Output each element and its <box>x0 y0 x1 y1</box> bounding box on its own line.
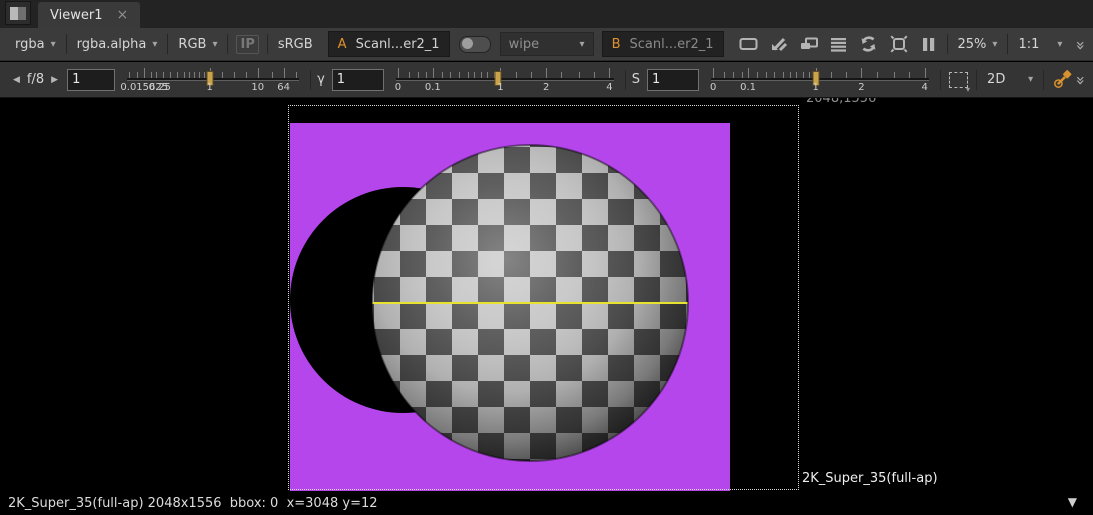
pause-icon <box>921 37 936 52</box>
alpha-channel-dropdown[interactable]: rgba.alpha ▾ <box>70 32 165 56</box>
pixel-ratio-value: 1:1 <box>1018 37 1039 52</box>
viewer-canvas[interactable]: 2048,1556 2K_Super_35(full-ap) <box>0 98 1093 492</box>
diagonal-stripes-icon <box>770 36 788 52</box>
view-mode-value: 2D <box>987 72 1005 87</box>
overlapping-windows-icon <box>799 36 819 52</box>
gain-input[interactable] <box>67 69 115 91</box>
monitor-icon <box>739 36 758 52</box>
wipe-toggle[interactable] <box>459 36 491 53</box>
tab-bar: Viewer1 × <box>0 0 1093 28</box>
display-mode-value: RGB <box>178 37 206 52</box>
gain-slider[interactable]: 0.0156250.2511064 <box>127 63 299 97</box>
exposure-next-icon[interactable]: ▶ <box>46 75 63 85</box>
format-name-label: 2K_Super_35(full-ap) <box>802 471 938 486</box>
separator <box>947 34 948 54</box>
toolbar-collapse-button[interactable]: » <box>1077 70 1085 89</box>
format-resolution-label: 2048,1556 <box>806 98 876 106</box>
gamma-input[interactable] <box>332 69 384 91</box>
display-mode-dropdown[interactable]: RGB ▾ <box>171 32 224 56</box>
monitor-output-button[interactable] <box>734 31 764 57</box>
separator <box>1043 70 1044 90</box>
separator <box>940 70 941 90</box>
status-bar: 2K_Super_35(full-ap) 2048x1556 bbox: 0 x… <box>0 492 1093 515</box>
center-view-button[interactable] <box>884 31 914 57</box>
pause-button[interactable] <box>914 31 944 57</box>
chevron-down-icon: ▾ <box>580 39 585 50</box>
stack-mode-button[interactable] <box>824 31 854 57</box>
pane-icon-right-half <box>18 7 26 20</box>
viewer-toolbar-color: ◀ f/8 ▶ 0.0156250.2511064 γ 00.1124 S 00… <box>0 62 1093 98</box>
double-chevron-down-icon: » <box>1072 40 1091 48</box>
saturation-slider-track[interactable] <box>711 78 929 81</box>
view-mode-dropdown[interactable]: 2D ▾ <box>980 68 1040 92</box>
layer-dropdown[interactable]: rgba ▾ <box>8 32 63 56</box>
chevron-down-icon: ▾ <box>1028 74 1033 85</box>
scanline-marker <box>372 302 689 304</box>
saturation-slider[interactable]: 00.1124 <box>711 63 929 97</box>
gamma-label: γ <box>314 72 328 87</box>
close-icon[interactable]: × <box>116 8 128 22</box>
viewer-lut-value: sRGB <box>278 37 313 52</box>
separator <box>625 70 626 90</box>
separator <box>66 34 67 54</box>
separator <box>1007 34 1008 54</box>
roi-button[interactable] <box>764 31 794 57</box>
separator <box>976 70 977 90</box>
tab-title: Viewer1 <box>50 8 102 23</box>
wipe-mode-dropdown[interactable]: wipe ▾ <box>500 32 594 56</box>
separator <box>310 70 311 90</box>
input-b-dropdown[interactable]: B Scanl...er2_1 <box>602 31 724 57</box>
input-a-badge: A <box>338 37 347 52</box>
input-a-dropdown[interactable]: A Scanl...er2_1 <box>328 31 450 57</box>
viewer-toolbar-top: rgba ▾ rgba.alpha ▾ RGB ▾ IP sRGB A Scan… <box>0 28 1093 61</box>
gamma-slider-track[interactable] <box>396 78 614 81</box>
new-viewer-button[interactable] <box>794 31 824 57</box>
input-b-value: Scanl...er2_1 <box>630 37 714 52</box>
separator <box>167 34 168 54</box>
chevron-down-icon: ▾ <box>966 85 970 94</box>
crosshair-icon <box>890 35 908 53</box>
nuke-viewer-panel: Viewer1 × rgba ▾ rgba.alpha ▾ RGB ▾ IP s… <box>0 0 1093 515</box>
saturation-input[interactable] <box>647 69 699 91</box>
chevron-down-icon: ▾ <box>212 39 217 50</box>
eyedropper-icon <box>1053 70 1072 89</box>
refresh-button[interactable] <box>854 31 884 57</box>
pane-menu-icon[interactable] <box>5 1 31 25</box>
pixel-ratio-dropdown[interactable]: 1:1 ▾ <box>1011 32 1069 56</box>
refresh-icon <box>859 35 878 53</box>
gamma-slider[interactable]: 00.1124 <box>396 63 614 97</box>
zoom-level-dropdown[interactable]: 25% ▾ <box>951 32 1005 56</box>
zoom-level-value: 25% <box>958 37 987 52</box>
rendered-image <box>0 98 1093 492</box>
pane-icon-left-half <box>10 7 18 20</box>
chevron-down-icon: ▾ <box>51 39 56 50</box>
separator <box>267 34 268 54</box>
triangle-down-icon[interactable]: ▼ <box>1068 495 1077 509</box>
horizontal-lines-icon <box>830 36 847 52</box>
input-process-button[interactable]: IP <box>236 35 258 54</box>
chevron-down-icon: ▾ <box>992 39 997 50</box>
viewer-lut-button[interactable]: sRGB <box>271 32 320 56</box>
tab-viewer1[interactable]: Viewer1 × <box>38 2 140 28</box>
wipe-toggle-knob <box>462 38 473 49</box>
layer-dropdown-value: rgba <box>15 37 45 52</box>
chevron-down-icon: ▾ <box>1057 39 1062 50</box>
saturation-label: S <box>629 72 643 87</box>
double-chevron-down-icon: » <box>1072 76 1091 84</box>
input-b-badge: B <box>612 37 621 52</box>
separator <box>227 34 228 54</box>
wipe-mode-value: wipe <box>509 37 540 52</box>
chevron-down-icon: ▾ <box>152 39 157 50</box>
toolbar-collapse-button[interactable]: » <box>1077 35 1085 54</box>
exposure-prev-icon[interactable]: ◀ <box>8 75 25 85</box>
exposure-label: f/8 <box>25 72 46 87</box>
status-info: 2K_Super_35(full-ap) 2048x1556 bbox: 0 x… <box>8 496 378 511</box>
input-a-value: Scanl...er2_1 <box>356 37 440 52</box>
alpha-channel-value: rgba.alpha <box>77 37 147 52</box>
selection-marquee-icon[interactable]: ▾ <box>949 72 968 88</box>
